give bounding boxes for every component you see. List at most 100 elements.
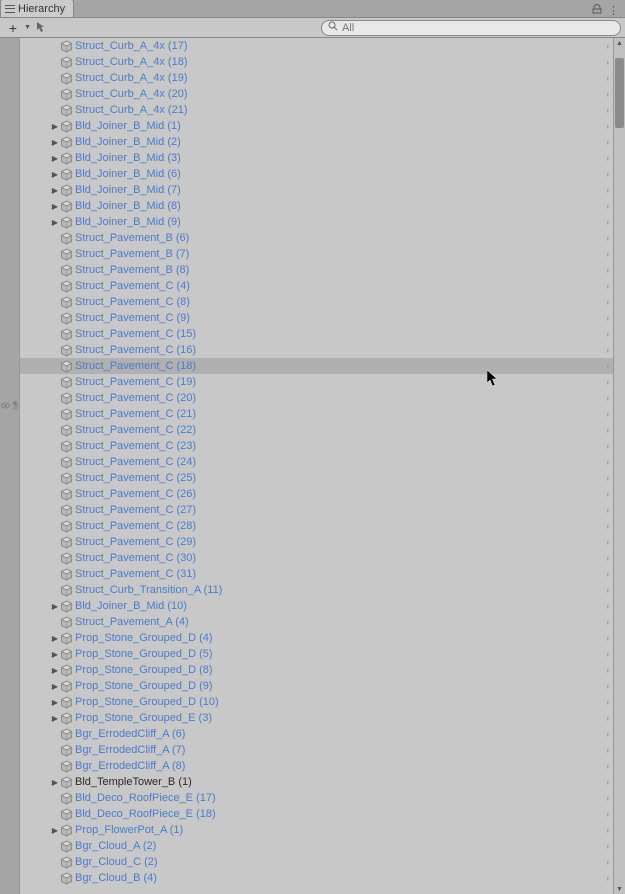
prefab-open-icon[interactable]: › [606, 393, 609, 403]
hierarchy-row[interactable]: ▶Struct_Pavement_A (4)› [20, 614, 613, 630]
prefab-open-icon[interactable]: › [606, 873, 609, 883]
hierarchy-row[interactable]: ▶Struct_Pavement_B (7)› [20, 246, 613, 262]
hierarchy-row[interactable]: ▶Bld_Joiner_B_Mid (8)› [20, 198, 613, 214]
foldout-icon[interactable]: ▶ [50, 170, 60, 179]
foldout-icon[interactable]: ▶ [50, 826, 60, 835]
hierarchy-row[interactable]: ▶Struct_Pavement_C (28)› [20, 518, 613, 534]
prefab-open-icon[interactable]: › [606, 169, 609, 179]
hierarchy-row[interactable]: ▶Struct_Pavement_B (8)› [20, 262, 613, 278]
hierarchy-row[interactable]: ▶Prop_Stone_Grouped_D (5)› [20, 646, 613, 662]
hierarchy-row[interactable]: ▶Bgr_Cloud_B (4)› [20, 870, 613, 886]
hierarchy-row[interactable]: ▶Struct_Curb_A_4x (20)› [20, 86, 613, 102]
hierarchy-row[interactable]: ▶Bld_TempleTower_B (1)› [20, 774, 613, 790]
scrollbar-thumb[interactable] [615, 58, 624, 128]
lock-icon[interactable] [592, 4, 602, 17]
hierarchy-row[interactable]: ▶Bld_Joiner_B_Mid (10)› [20, 598, 613, 614]
prefab-open-icon[interactable]: › [606, 457, 609, 467]
prefab-open-icon[interactable]: › [606, 553, 609, 563]
prefab-open-icon[interactable]: › [606, 201, 609, 211]
prefab-open-icon[interactable]: › [606, 121, 609, 131]
prefab-open-icon[interactable]: › [606, 601, 609, 611]
hierarchy-row[interactable]: ▶Bld_Joiner_B_Mid (2)› [20, 134, 613, 150]
prefab-open-icon[interactable]: › [606, 505, 609, 515]
hierarchy-row[interactable]: ▶Bld_Deco_RoofPiece_E (18)› [20, 806, 613, 822]
hierarchy-row[interactable]: ▶Prop_FlowerPot_A (1)› [20, 822, 613, 838]
hierarchy-row[interactable]: ▶Bgr_ErrodedCliff_A (7)› [20, 742, 613, 758]
hierarchy-row[interactable]: ▶Struct_Pavement_C (31)› [20, 566, 613, 582]
hierarchy-row[interactable]: ▶Struct_Pavement_C (26)› [20, 486, 613, 502]
prefab-open-icon[interactable]: › [606, 793, 609, 803]
hierarchy-row[interactable]: ▶Prop_Stone_Grouped_E (3)› [20, 710, 613, 726]
hierarchy-row[interactable]: ▶Struct_Pavement_C (21)› [20, 406, 613, 422]
hierarchy-row[interactable]: ▶Struct_Pavement_C (27)› [20, 502, 613, 518]
hierarchy-row[interactable]: ▶Struct_Pavement_C (19)› [20, 374, 613, 390]
hierarchy-row[interactable]: ▶Struct_Pavement_C (18)› [20, 358, 613, 374]
foldout-icon[interactable]: ▶ [50, 650, 60, 659]
scroll-down-icon[interactable]: ▼ [614, 884, 625, 894]
foldout-icon[interactable]: ▶ [50, 138, 60, 147]
prefab-open-icon[interactable]: › [606, 649, 609, 659]
foldout-icon[interactable]: ▶ [50, 186, 60, 195]
prefab-open-icon[interactable]: › [606, 681, 609, 691]
prefab-open-icon[interactable]: › [606, 569, 609, 579]
foldout-icon[interactable]: ▶ [50, 602, 60, 611]
hierarchy-row[interactable]: ▶Struct_Pavement_C (9)› [20, 310, 613, 326]
hierarchy-row[interactable]: ▶Struct_Pavement_C (16)› [20, 342, 613, 358]
prefab-open-icon[interactable]: › [606, 233, 609, 243]
hierarchy-row[interactable]: ▶Struct_Pavement_C (23)› [20, 438, 613, 454]
foldout-icon[interactable]: ▶ [50, 218, 60, 227]
panel-menu-icon[interactable]: ⋮ [608, 4, 619, 17]
hierarchy-row[interactable]: ▶Struct_Curb_A_4x (18)› [20, 54, 613, 70]
foldout-icon[interactable]: ▶ [50, 682, 60, 691]
search-field[interactable] [321, 20, 621, 36]
prefab-open-icon[interactable]: › [606, 473, 609, 483]
hierarchy-row[interactable]: ▶Bld_Joiner_B_Mid (6)› [20, 166, 613, 182]
prefab-open-icon[interactable]: › [606, 105, 609, 115]
hierarchy-row[interactable]: ▶Prop_Stone_Grouped_D (8)› [20, 662, 613, 678]
foldout-icon[interactable]: ▶ [50, 202, 60, 211]
foldout-icon[interactable]: ▶ [50, 778, 60, 787]
hierarchy-row[interactable]: ▶Bgr_Cloud_C (2)› [20, 854, 613, 870]
prefab-open-icon[interactable]: › [606, 281, 609, 291]
hierarchy-row[interactable]: ▶Struct_Pavement_C (30)› [20, 550, 613, 566]
foldout-icon[interactable]: ▶ [50, 698, 60, 707]
hierarchy-row[interactable]: ▶Struct_Pavement_C (22)› [20, 422, 613, 438]
vertical-scrollbar[interactable]: ▲ ▼ [613, 38, 625, 894]
hierarchy-row[interactable]: ▶Struct_Curb_A_4x (17)› [20, 38, 613, 54]
prefab-open-icon[interactable]: › [606, 249, 609, 259]
prefab-open-icon[interactable]: › [606, 809, 609, 819]
hierarchy-row[interactable]: ▶Struct_Pavement_C (25)› [20, 470, 613, 486]
prefab-open-icon[interactable]: › [606, 585, 609, 595]
prefab-open-icon[interactable]: › [606, 745, 609, 755]
prefab-open-icon[interactable]: › [606, 89, 609, 99]
prefab-open-icon[interactable]: › [606, 777, 609, 787]
prefab-open-icon[interactable]: › [606, 857, 609, 867]
hierarchy-row[interactable]: ▶Struct_Curb_A_4x (19)› [20, 70, 613, 86]
foldout-icon[interactable]: ▶ [50, 634, 60, 643]
prefab-open-icon[interactable]: › [606, 57, 609, 67]
foldout-icon[interactable]: ▶ [50, 714, 60, 723]
prefab-open-icon[interactable]: › [606, 425, 609, 435]
prefab-open-icon[interactable]: › [606, 265, 609, 275]
prefab-open-icon[interactable]: › [606, 137, 609, 147]
hierarchy-tab[interactable]: Hierarchy [0, 0, 74, 17]
hierarchy-row[interactable]: ▶Struct_Curb_A_4x (21)› [20, 102, 613, 118]
prefab-open-icon[interactable]: › [606, 153, 609, 163]
prefab-open-icon[interactable]: › [606, 41, 609, 51]
picker-icon[interactable] [36, 21, 50, 35]
hierarchy-row[interactable]: ▶Bld_Joiner_B_Mid (1)› [20, 118, 613, 134]
prefab-open-icon[interactable]: › [606, 633, 609, 643]
hierarchy-row[interactable]: ▶Prop_Stone_Grouped_D (10)› [20, 694, 613, 710]
hierarchy-row[interactable]: ▶Bgr_ErrodedCliff_A (6)› [20, 726, 613, 742]
hierarchy-row[interactable]: ▶Struct_Pavement_B (6)› [20, 230, 613, 246]
prefab-open-icon[interactable]: › [606, 345, 609, 355]
hierarchy-row[interactable]: ▶Struct_Pavement_C (24)› [20, 454, 613, 470]
scroll-up-icon[interactable]: ▲ [614, 38, 625, 48]
prefab-open-icon[interactable]: › [606, 329, 609, 339]
prefab-open-icon[interactable]: › [606, 185, 609, 195]
hierarchy-row[interactable]: ▶Struct_Pavement_C (20)› [20, 390, 613, 406]
hierarchy-row[interactable]: ▶Bld_Joiner_B_Mid (9)› [20, 214, 613, 230]
prefab-open-icon[interactable]: › [606, 537, 609, 547]
foldout-icon[interactable]: ▶ [50, 122, 60, 131]
prefab-open-icon[interactable]: › [606, 489, 609, 499]
